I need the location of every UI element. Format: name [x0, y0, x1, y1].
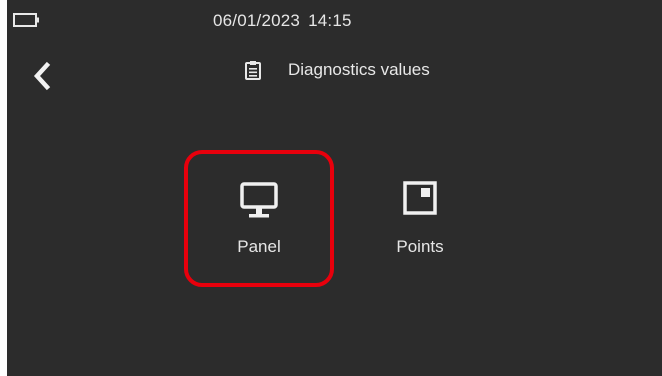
page-header: Diagnostics values	[245, 57, 430, 83]
square-dot-icon	[403, 181, 437, 215]
battery-icon	[13, 13, 39, 27]
points-label: Points	[396, 237, 444, 256]
monitor-icon	[240, 182, 278, 218]
status-date: 06/01/2023	[213, 11, 301, 30]
status-time: 14:15	[308, 11, 352, 30]
status-datetime: 06/01/2023 14:15	[213, 11, 352, 31]
page-title: Diagnostics values	[288, 60, 430, 79]
points-tile[interactable]: Points	[345, 150, 495, 287]
back-button[interactable]	[30, 60, 54, 92]
panel-tile[interactable]: Panel	[184, 150, 334, 287]
diagnostics-screen: 06/01/2023 14:15 Diagnostics values Panel…	[7, 0, 662, 376]
clipboard-icon	[245, 61, 261, 80]
panel-label: Panel	[237, 237, 281, 256]
chevron-left-icon	[33, 61, 51, 91]
